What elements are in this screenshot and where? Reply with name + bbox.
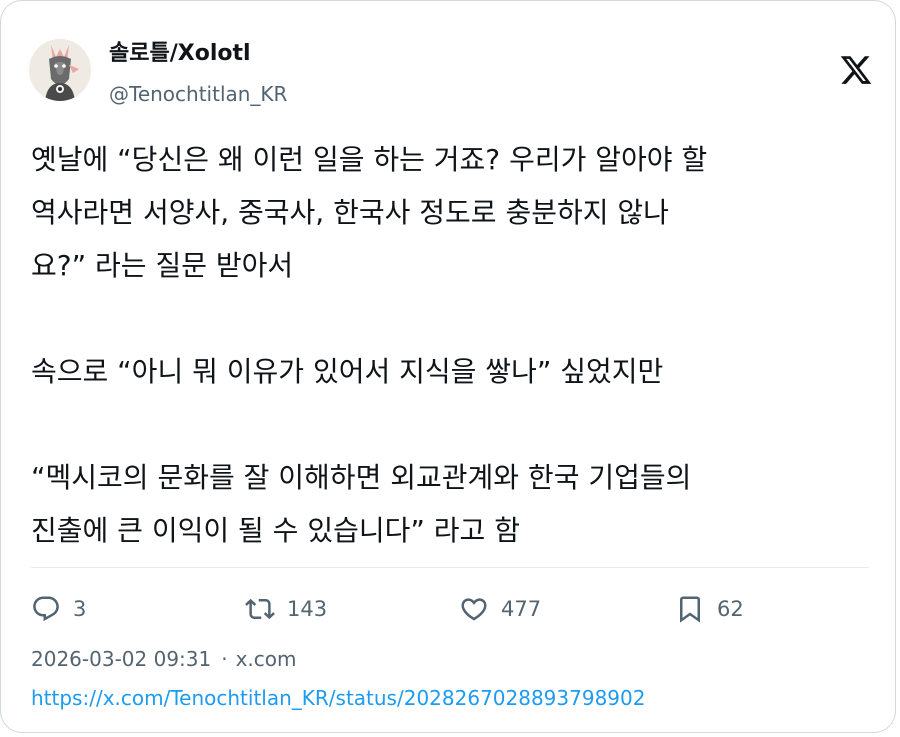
- tweet-card: 솔로틀/Xolotl @Tenochtitlan_KR 옛날에 “당신은 왜 이…: [0, 0, 896, 733]
- tweet-text: 옛날에 “당신은 왜 이런 일을 하는 거죠? 우리가 알아야 할 역사라면 서…: [31, 133, 871, 557]
- like-count: 477: [501, 597, 542, 621]
- tweet-line: 속으로 “아니 뭐 이유가 있어서 지식을 쌓나” 싶었지만: [31, 355, 664, 388]
- tweet-line: “멕시코의 문화를 잘 이해하면 외교관계와 한국 기업들의: [31, 461, 692, 494]
- tweet-line: 옛날에 “당신은 왜 이런 일을 하는 거죠? 우리가 알아야 할: [31, 143, 708, 176]
- divider: [31, 567, 869, 568]
- avatar[interactable]: [29, 39, 91, 101]
- x-logo-icon[interactable]: [839, 53, 873, 87]
- avatar-icon: [29, 39, 91, 101]
- author-handle[interactable]: @Tenochtitlan_KR: [109, 81, 287, 107]
- reply-count: 3: [73, 597, 87, 621]
- repost-count: 143: [287, 597, 328, 621]
- repost-button[interactable]: 143: [245, 589, 327, 629]
- bookmark-button[interactable]: 62: [675, 589, 744, 629]
- tweet-line: 진출에 큰 이익이 될 수 있습니다” 라고 함: [31, 514, 520, 547]
- bookmark-icon: [680, 596, 700, 623]
- tweet-line: 요?” 라는 질문 받아서: [31, 249, 294, 282]
- reply-icon: [33, 596, 59, 622]
- source-label[interactable]: x.com: [236, 647, 297, 671]
- action-bar: 3 143 477 62: [31, 589, 871, 629]
- tweet-meta: 2026-03-02 09:31 · x.com: [31, 646, 297, 672]
- repost-icon: [245, 598, 275, 620]
- reply-button[interactable]: 3: [31, 589, 86, 629]
- bookmark-count: 62: [717, 597, 744, 621]
- tweet-link[interactable]: https://x.com/Tenochtitlan_KR/status/202…: [31, 685, 645, 711]
- tweet-line: 역사라면 서양사, 중국사, 한국사 정도로 충분하지 않나: [31, 196, 669, 229]
- meta-separator: ·: [221, 647, 228, 671]
- like-button[interactable]: 477: [459, 589, 541, 629]
- author-display-name[interactable]: 솔로틀/Xolotl: [109, 39, 251, 69]
- timestamp[interactable]: 2026-03-02 09:31: [31, 647, 211, 671]
- heart-icon: [461, 598, 487, 621]
